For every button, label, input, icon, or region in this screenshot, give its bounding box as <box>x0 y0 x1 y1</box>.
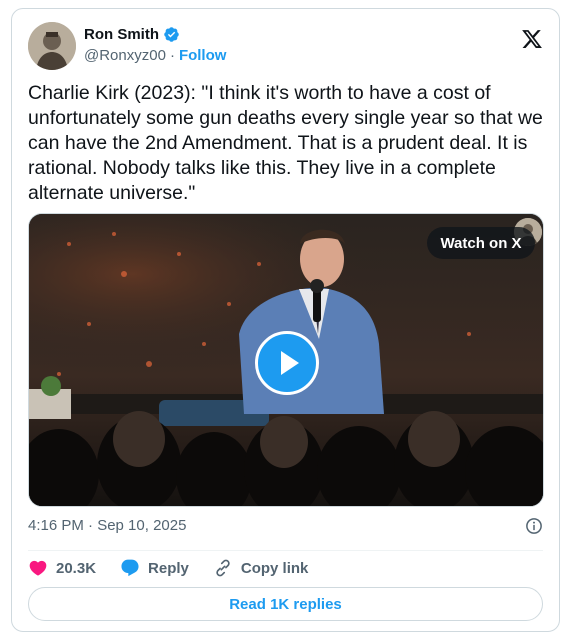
watch-on-x-button[interactable]: Watch on X <box>427 227 535 259</box>
tweet-header: Ron Smith @Ronxyz00 · Follow <box>28 22 543 70</box>
info-icon[interactable] <box>525 517 543 535</box>
author-handle-row: @Ronxyz00 · Follow <box>84 47 226 64</box>
like-button[interactable]: 20.3K <box>28 558 96 578</box>
link-icon <box>216 559 230 577</box>
tweet-text: Charlie Kirk (2023): "I think it's worth… <box>28 82 543 204</box>
heart-icon <box>29 560 47 576</box>
reply-bubble-icon <box>121 559 139 577</box>
read-replies-button[interactable]: Read 1K replies <box>28 587 543 621</box>
reply-button[interactable]: Reply <box>120 558 189 578</box>
author-name-row: Ron Smith <box>84 26 180 43</box>
x-logo-icon[interactable] <box>521 28 543 50</box>
follow-button[interactable]: Follow <box>179 47 227 64</box>
reply-label: Reply <box>148 559 189 577</box>
play-icon <box>281 351 299 375</box>
play-button[interactable] <box>255 331 319 395</box>
tweet-actions: 20.3K Reply Copy link <box>28 557 332 579</box>
author-avatar[interactable] <box>28 22 76 70</box>
divider <box>28 550 543 551</box>
handle-separator: · <box>169 47 175 64</box>
author-display-name[interactable]: Ron Smith <box>84 26 159 43</box>
likes-count: 20.3K <box>56 559 97 577</box>
video-player[interactable]: Watch on X <box>28 213 544 507</box>
author-handle[interactable]: @Ronxyz00 <box>84 47 166 64</box>
verified-badge-icon <box>164 27 179 42</box>
copy-link-button[interactable]: Copy link <box>213 558 309 578</box>
copy-link-label: Copy link <box>240 559 309 577</box>
tweet-timestamp[interactable]: 4:16 PM · Sep 10, 2025 <box>28 517 186 534</box>
tweet-card: Ron Smith @Ronxyz00 · Follow Charlie Kir… <box>11 8 560 632</box>
